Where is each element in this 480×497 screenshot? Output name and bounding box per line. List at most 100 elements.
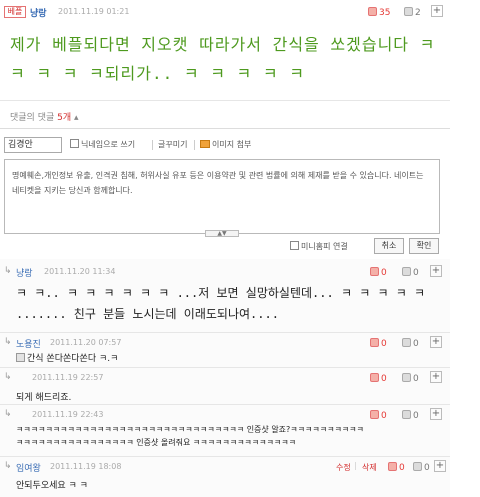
add-icon[interactable]: + (430, 336, 442, 348)
downvote-count: 0 (413, 268, 419, 278)
reply-date: 2011.11.19 22:43 (32, 410, 104, 419)
reply-count[interactable]: 댓글의 댓글 5개 ▴ (10, 110, 79, 123)
upvote-button[interactable]: 0 (388, 462, 405, 473)
checkbox-icon (290, 241, 299, 250)
image-attach-label: 이미지 첨부 (212, 140, 252, 149)
thumbs-down-icon (402, 338, 411, 347)
textarea-notice: 명예훼손,개인정보 유출, 인격권 침해, 허위사실 유포 등은 이용약관 및 … (12, 171, 424, 195)
confirm-button[interactable]: 확인 (409, 238, 439, 254)
reply-arrow-icon: ↳ (4, 337, 12, 347)
post-date: 2011.11.19 01:21 (58, 7, 130, 16)
minihompi-label: 미니홈피 연결 (301, 242, 348, 251)
downvote-button[interactable]: 0 (413, 462, 430, 473)
upvote-button[interactable]: 0 (370, 410, 387, 421)
reply-date: 2011.11.19 18:08 (50, 462, 122, 471)
resize-handle[interactable]: ▲▼ (205, 230, 239, 237)
divider (0, 100, 450, 101)
divider (0, 404, 450, 405)
downvote-button[interactable]: 0 (402, 338, 419, 349)
reply-author[interactable]: 임여왕 (16, 461, 41, 474)
emoticon-button[interactable]: 글꾸미기 (158, 139, 187, 150)
delete-button[interactable]: 삭제 (362, 462, 377, 473)
post-text: 제가 베플되다면 지오캣 따라가서 간식을 쏘겠습니다 ㅋ ㅋ ㅋ ㅋ ㅋ되리가… (10, 35, 436, 83)
reply-text: 되게 해드리죠. (16, 393, 72, 403)
thumbs-down-icon (413, 462, 422, 471)
upvote-button[interactable]: 0 (370, 373, 387, 384)
minihompi-checkbox[interactable]: 미니홈피 연결 (290, 241, 348, 252)
thumbs-down-icon (404, 7, 413, 16)
divider: | (354, 461, 357, 470)
thumbs-up-icon (370, 338, 379, 347)
image-icon (16, 353, 25, 362)
image-attach-button[interactable]: 이미지 첨부 (200, 139, 251, 150)
divider (0, 332, 450, 333)
add-icon[interactable]: + (434, 460, 446, 472)
downvote-button[interactable]: 2 (404, 7, 421, 18)
reply-text: 안되두오세요 ㅋ ㅋ (16, 481, 88, 491)
upvote-button[interactable]: 0 (370, 338, 387, 349)
divider (152, 140, 153, 150)
checkbox-icon (70, 139, 79, 148)
downvote-count: 0 (413, 411, 419, 421)
upvote-count: 0 (399, 463, 405, 473)
post-author[interactable]: 냥랑 (30, 6, 47, 19)
divider (194, 140, 195, 150)
reply-author[interactable]: 냥랑 (16, 266, 33, 279)
downvote-button[interactable]: 0 (402, 373, 419, 384)
reply-count-label: 댓글의 댓글 (10, 113, 55, 123)
upvote-count: 0 (381, 339, 387, 349)
reply-text-line-1: ㅋㅋㅋㅋㅋㅋㅋㅋㅋㅋㅋㅋㅋㅋㅋㅋㅋㅋㅋㅋㅋㅋㅋㅋㅋㅋㅋㅋㅋㅋㅋ 인증샷 알죠?ㅋ… (16, 425, 364, 434)
thumbs-up-icon (368, 7, 377, 16)
thumbs-up-icon (388, 462, 397, 471)
composer-actions: 미니홈피 연결 취소 확인 (4, 238, 440, 255)
list-item: ↳ 냥랑 2011.11.20 11:34 0 0 + ㅋ ㅋ.. ㅋ ㅋ ㅋ … (0, 261, 450, 333)
upvote-count: 0 (381, 411, 387, 421)
cancel-button[interactable]: 취소 (374, 238, 404, 254)
reply-arrow-icon: ↳ (4, 461, 12, 471)
post-header: 베플 냥랑 2011.11.19 01:21 35 2 + (0, 3, 446, 21)
add-icon[interactable]: + (430, 408, 442, 420)
thumbs-up-icon (370, 267, 379, 276)
add-icon[interactable]: + (430, 371, 442, 383)
thumbs-up-icon (370, 373, 379, 382)
upvote-count: 0 (381, 268, 387, 278)
nickname-checkbox[interactable]: 닉네임으로 쓰기 (70, 139, 135, 150)
name-input[interactable]: 김경안 (4, 137, 62, 153)
reply-count-value: 5개 (57, 113, 72, 123)
add-icon[interactable]: + (431, 5, 443, 17)
reply-text: ㅋ ㅋ.. ㅋ ㅋ ㅋ ㅋ ㅋ ㅋ ...저 보면 실망하실텐데... ㅋ ㅋ … (16, 286, 426, 321)
list-item: ↳ 임여왕 2011.11.19 18:08 수정 | 삭제 0 0 + 안되두… (0, 458, 450, 496)
divider (0, 456, 450, 457)
collapse-icon: ▴ (74, 113, 79, 123)
downvote-count: 0 (413, 339, 419, 349)
edit-button[interactable]: 수정 (336, 462, 351, 473)
image-icon (200, 140, 210, 148)
composer-toolbar: 김경안 닉네임으로 쓰기 글꾸미기 이미지 첨부 (4, 137, 446, 153)
reply-arrow-icon: ↳ (4, 372, 12, 382)
list-item: ↳ 2011.11.19 22:57 0 0 + 되게 해드리죠. (0, 369, 450, 403)
downvote-button[interactable]: 0 (402, 267, 419, 278)
list-item: ↳ 2011.11.19 22:43 0 0 + ㅋㅋㅋㅋㅋㅋㅋㅋㅋㅋㅋㅋㅋㅋㅋ… (0, 406, 450, 454)
downvote-count: 0 (413, 374, 419, 384)
reply-arrow-icon: ↳ (4, 266, 12, 276)
divider (0, 367, 450, 368)
comment-textarea[interactable]: 명예훼손,개인정보 유출, 인격권 침해, 허위사실 유포 등은 이용약관 및 … (4, 159, 440, 237)
reply-text: 간식 쏜다쏜다쏜다 ㅋ.ㅋ (16, 351, 118, 364)
downvote-button[interactable]: 0 (402, 410, 419, 421)
add-icon[interactable]: + (430, 265, 442, 277)
downvote-count: 0 (424, 463, 430, 473)
thumbs-down-icon (402, 267, 411, 276)
upvote-count: 35 (379, 8, 391, 18)
nickname-label: 닉네임으로 쓰기 (81, 140, 136, 149)
thumbs-down-icon (402, 373, 411, 382)
reply-text-line-2: ㅋㅋㅋㅋㅋㅋㅋㅋㅋㅋㅋㅋㅋㅋㅋㅋ 인증샷 올려줘요 ㅋㅋㅋㅋㅋㅋㅋㅋㅋㅋㅋㅋㅋㅋ (16, 438, 296, 447)
list-item: ↳ 노용진 2011.11.20 07:57 0 0 + 간식 쏜다쏜다쏜다 ㅋ… (0, 334, 450, 366)
thumbs-up-icon (370, 410, 379, 419)
upvote-button[interactable]: 0 (370, 267, 387, 278)
thumbs-down-icon (402, 410, 411, 419)
reply-author[interactable]: 노용진 (16, 337, 41, 350)
reply-date: 2011.11.20 11:34 (44, 267, 116, 276)
divider (0, 128, 450, 129)
reply-arrow-icon: ↳ (4, 409, 12, 419)
upvote-button[interactable]: 35 (368, 7, 390, 18)
